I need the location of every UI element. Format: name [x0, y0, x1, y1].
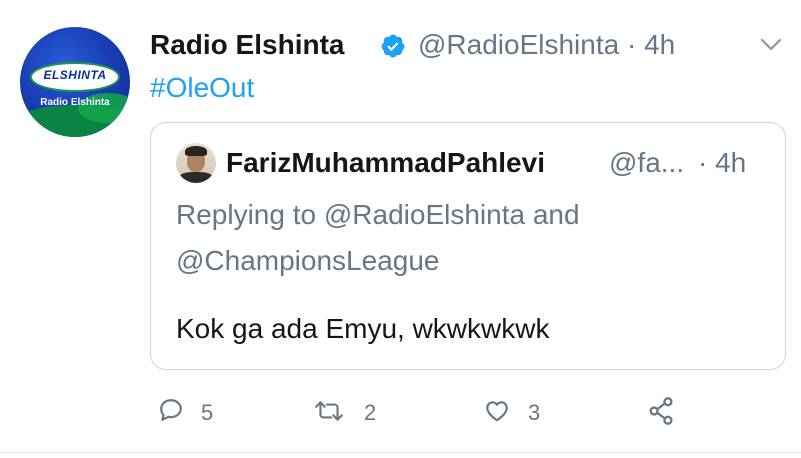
quoted-author-handle: @fa... — [609, 147, 685, 178]
reply-count: 5 — [201, 400, 214, 425]
verified-badge-icon — [381, 34, 405, 58]
avatar-logo-text: ELSHINTA — [43, 68, 107, 82]
quoted-tweet-time: · 4h — [698, 147, 747, 178]
quoted-tweet-text: Kok ga ada Emyu, wkwkwkwk — [176, 313, 550, 344]
avatar-logo-subtext: Radio Elshinta — [40, 97, 110, 108]
tweet-time[interactable]: · 4h — [627, 29, 675, 60]
author-handle[interactable]: @RadioElshinta — [418, 29, 619, 60]
like-count: 3 — [528, 400, 541, 425]
author-name[interactable]: Radio Elshinta — [150, 29, 344, 61]
retweet-count: 2 — [364, 400, 377, 425]
quoted-author-name: FarizMuhammadPahlevi — [226, 147, 545, 178]
avatar-shirt — [178, 172, 214, 183]
avatar-hair — [185, 146, 207, 156]
author-avatar[interactable]: ELSHINTA Radio Elshinta — [20, 27, 130, 137]
replying-to-line: Replying to @RadioElshinta and — [176, 199, 580, 230]
author-handle-time[interactable]: @RadioElshinta · 4h — [418, 29, 675, 61]
retweet-icon[interactable] — [314, 398, 344, 424]
share-icon[interactable] — [647, 396, 675, 426]
like-icon[interactable] — [483, 398, 511, 424]
replying-to-line: @ChampionsLeague — [176, 245, 440, 276]
chevron-down-icon[interactable] — [760, 38, 782, 52]
tweet-divider — [0, 452, 801, 453]
reply-icon[interactable] — [158, 397, 184, 423]
hashtag-link[interactable]: #OleOut — [150, 72, 254, 104]
quoted-author-avatar[interactable] — [176, 143, 216, 183]
